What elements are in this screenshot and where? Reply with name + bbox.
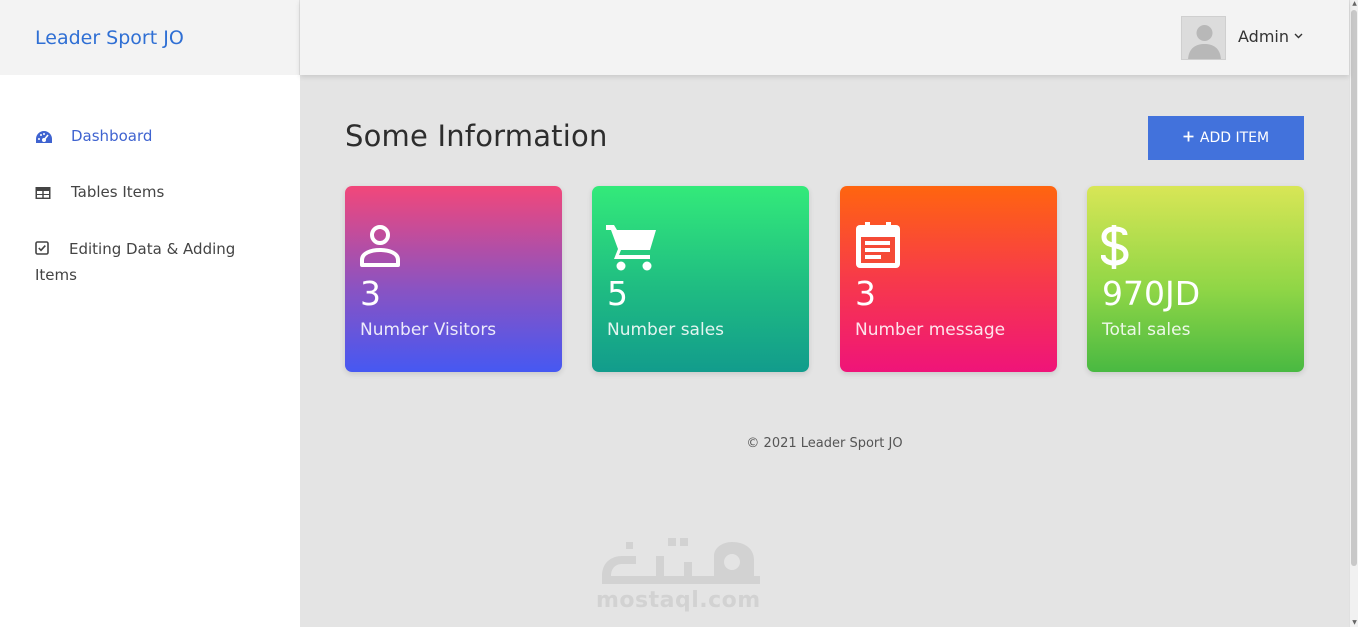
scroll-down-arrow-icon[interactable]: ▼ <box>1351 619 1358 627</box>
dollar-icon <box>1100 222 1151 272</box>
chevron-down-icon <box>1294 31 1303 42</box>
mostaql-watermark: mostaql.com <box>596 532 766 617</box>
sidebar-item-label: Tables Items <box>71 183 165 201</box>
top-bar: Admin <box>300 0 1349 75</box>
stat-label: Total sales <box>1102 320 1191 340</box>
stat-label: Number sales <box>607 320 725 340</box>
sidebar-item-editing-data[interactable]: Editing Data & Adding Items <box>35 236 265 288</box>
admin-user-name: Admin <box>1238 27 1289 46</box>
add-item-button[interactable]: ADD ITEM <box>1148 116 1304 160</box>
scrollbar-thumb[interactable] <box>1351 10 1357 566</box>
page-title: Some Information <box>345 119 608 153</box>
stat-value: 970JD <box>1102 274 1201 313</box>
brand-header: Leader Sport JO <box>0 0 300 75</box>
cart-icon <box>606 222 656 272</box>
stat-card-visitors: 3 Number Visitors <box>345 186 562 372</box>
sidebar-item-dashboard[interactable]: Dashboard <box>35 127 152 146</box>
checkbox-icon <box>35 239 55 257</box>
table-icon <box>35 184 55 202</box>
stat-value: 5 <box>607 274 628 313</box>
sidebar-item-label: Editing Data & Adding Items <box>35 240 236 284</box>
sidebar-item-tables-items[interactable]: Tables Items <box>35 183 164 202</box>
user-avatar-icon[interactable] <box>1181 16 1226 60</box>
dashboard-gauge-icon <box>35 128 55 146</box>
stat-card-total-sales: 970JD Total sales <box>1087 186 1304 372</box>
stat-card-messages: 3 Number message <box>840 186 1057 372</box>
stat-value: 3 <box>855 274 876 313</box>
footer-copyright: © 2021 Leader Sport JO <box>746 436 903 451</box>
scroll-up-arrow-icon[interactable]: ▲ <box>1351 0 1358 8</box>
watermark-logo-icon <box>598 532 762 588</box>
admin-user-menu[interactable]: Admin <box>1238 27 1303 46</box>
watermark-text: mostaql.com <box>596 588 761 613</box>
stat-value: 3 <box>360 274 381 313</box>
sidebar-item-label: Dashboard <box>71 127 153 145</box>
page-scrollbar[interactable]: ▲ ▼ <box>1349 0 1358 627</box>
sidebar: Dashboard Tables Items Editing Data & Ad… <box>0 75 300 627</box>
plus-icon <box>1183 130 1194 146</box>
person-icon <box>359 222 409 272</box>
stat-card-sales: 5 Number sales <box>592 186 809 372</box>
calendar-note-icon <box>854 218 904 272</box>
stat-label: Number message <box>855 320 1006 340</box>
add-item-label: ADD ITEM <box>1199 130 1270 146</box>
brand-name[interactable]: Leader Sport JO <box>35 27 184 49</box>
stat-label: Number Visitors <box>360 320 497 340</box>
